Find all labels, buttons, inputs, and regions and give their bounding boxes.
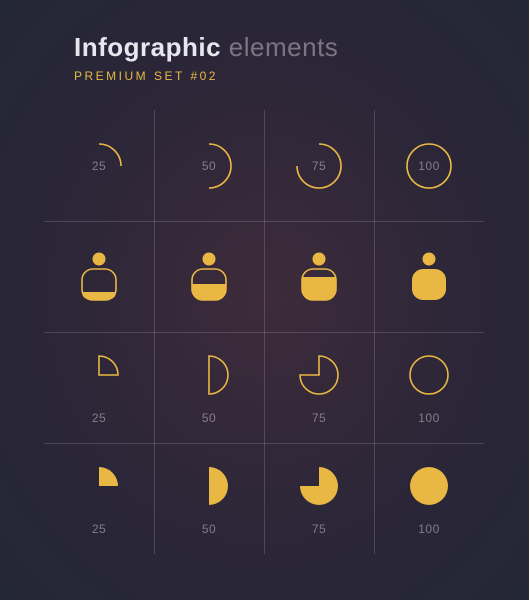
pie-outline-50: 50	[154, 332, 264, 443]
pie-outline-100: 100	[374, 332, 484, 443]
pie-label: 50	[202, 411, 216, 425]
arc-label: 75	[312, 159, 326, 173]
pie-fill-25: 25	[44, 443, 154, 554]
pie-label: 25	[92, 411, 106, 425]
arc-100: 100	[374, 110, 484, 221]
pie-outline-icon	[405, 351, 453, 399]
person-100	[374, 221, 484, 332]
arc-50: 50	[154, 110, 264, 221]
title-bold: Infographic	[74, 32, 221, 62]
pie-fill-75: 75	[264, 443, 374, 554]
header: Infographic elements PREMIUM SET #02	[0, 0, 529, 93]
pie-outline-icon	[295, 351, 343, 399]
pie-fill-icon	[185, 462, 233, 510]
pie-outline-25: 25	[44, 332, 154, 443]
arc-25: 25	[44, 110, 154, 221]
pie-outline-icon	[75, 351, 123, 399]
pie-fill-50: 50	[154, 443, 264, 554]
pie-label: 75	[312, 522, 326, 536]
person-50	[154, 221, 264, 332]
person-icon	[407, 250, 451, 304]
person-icon	[77, 250, 121, 304]
person-75	[264, 221, 374, 332]
pie-label: 100	[418, 411, 440, 425]
person-icon	[187, 250, 231, 304]
arc-label: 25	[92, 159, 106, 173]
icon-grid: 25 50 75 100	[44, 110, 484, 554]
pie-fill-icon	[75, 462, 123, 510]
pie-label: 50	[202, 522, 216, 536]
page-title: Infographic elements	[74, 32, 529, 63]
arc-75: 75	[264, 110, 374, 221]
subtitle: PREMIUM SET #02	[74, 69, 529, 83]
pie-label: 100	[418, 522, 440, 536]
arc-label: 50	[202, 159, 216, 173]
title-light: elements	[229, 32, 339, 62]
pie-label: 75	[312, 411, 326, 425]
arc-label: 100	[418, 159, 440, 173]
pie-fill-icon	[295, 462, 343, 510]
pie-fill-100: 100	[374, 443, 484, 554]
pie-outline-75: 75	[264, 332, 374, 443]
person-icon	[297, 250, 341, 304]
pie-fill-icon	[405, 462, 453, 510]
pie-outline-icon	[185, 351, 233, 399]
pie-label: 25	[92, 522, 106, 536]
person-25	[44, 221, 154, 332]
